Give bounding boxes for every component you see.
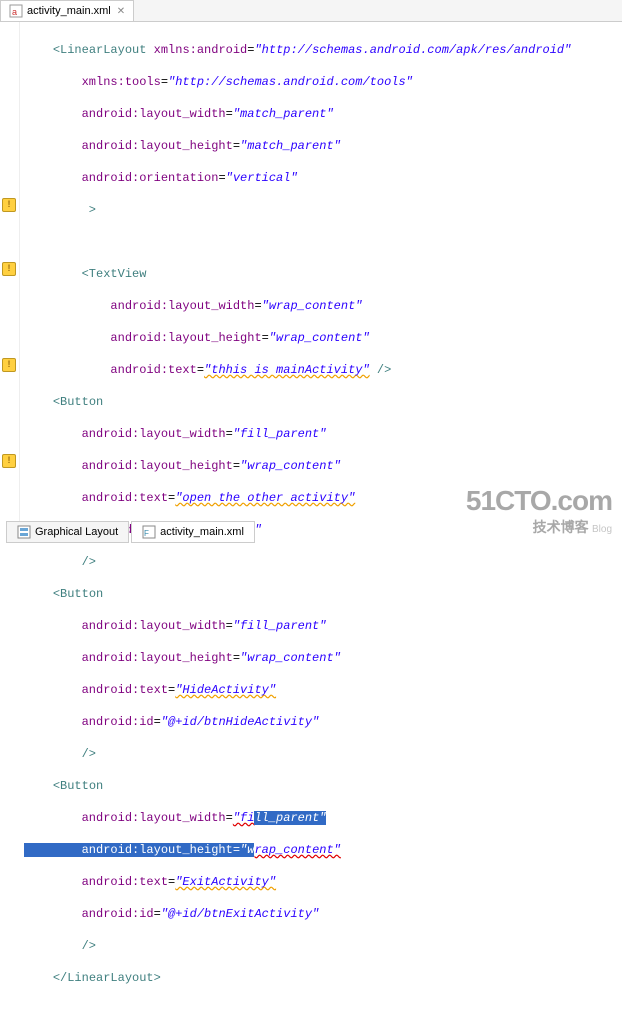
xml-file-icon: a xyxy=(9,4,23,18)
warning-icon[interactable]: ! xyxy=(2,454,16,468)
tab-label: activity_main.xml xyxy=(27,5,111,17)
editor-tab-active[interactable]: a activity_main.xml ✕ xyxy=(0,0,134,21)
editor-tab-bar: a activity_main.xml ✕ xyxy=(0,0,622,22)
editor-area: ! ! ! ! <LinearLayout xmlns:android="htt… xyxy=(0,22,622,522)
warning-icon[interactable]: ! xyxy=(2,262,16,276)
code-editor[interactable]: <LinearLayout xmlns:android="http://sche… xyxy=(20,22,622,522)
editor-bottom-tabs: Graphical Layout F activity_main.xml xyxy=(6,521,257,543)
svg-text:F: F xyxy=(144,529,149,538)
svg-text:a: a xyxy=(12,7,17,17)
tab-xml-source[interactable]: F activity_main.xml xyxy=(131,521,255,543)
warning-icon[interactable]: ! xyxy=(2,358,16,372)
tab-graphical-layout[interactable]: Graphical Layout xyxy=(6,521,129,543)
gutter: ! ! ! ! xyxy=(0,22,20,522)
layout-icon xyxy=(17,525,31,539)
warning-icon[interactable]: ! xyxy=(2,198,16,212)
xml-source-icon: F xyxy=(142,525,156,539)
tab-label: Graphical Layout xyxy=(35,526,118,538)
tab-label: activity_main.xml xyxy=(160,526,244,538)
close-icon[interactable]: ✕ xyxy=(117,6,125,17)
